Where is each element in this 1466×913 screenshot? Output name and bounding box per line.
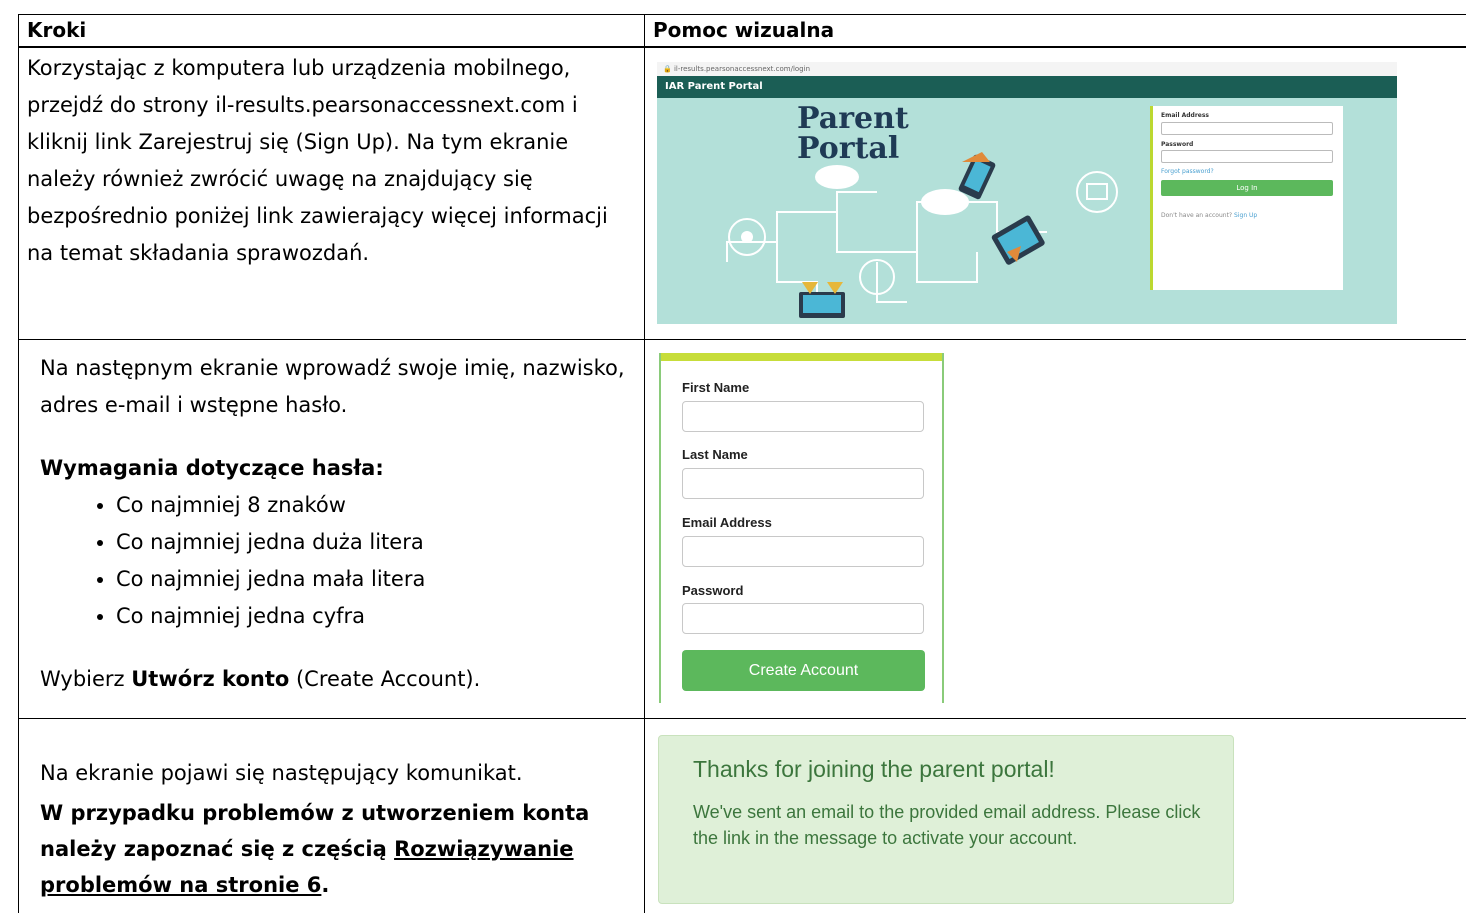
form-top-bar: [661, 353, 942, 361]
create-account-instruction: Wybierz Utwórz konto (Create Account).: [40, 667, 481, 691]
network-illustration: [726, 152, 1118, 318]
lock-icon: 🔒: [663, 65, 674, 73]
success-message-box: Thanks for joining the parent portal! We…: [658, 735, 1234, 904]
email-label: Email Address: [682, 515, 772, 530]
login-button[interactable]: Log In: [1161, 180, 1333, 196]
step-2-text: Na następnym ekranie wprowadź swoje imię…: [40, 350, 630, 698]
sign-up-form-screenshot: First Name Last Name Email Address Passw…: [659, 353, 944, 703]
password-requirements-list: Co najmniej 8 znaków Co najmniej jedna d…: [40, 487, 630, 635]
step-3-text: Na ekranie pojawi się następujący komuni…: [40, 755, 640, 903]
password-requirements-heading: Wymagania dotyczące hasła:: [40, 456, 384, 480]
column-header-steps: Kroki: [27, 18, 87, 42]
password-field[interactable]: [1161, 150, 1333, 163]
password-field[interactable]: [682, 603, 924, 634]
list-item: Co najmniej jedna mała litera: [116, 561, 630, 598]
email-field[interactable]: [1161, 122, 1333, 135]
sign-up-prompt: Don't have an account? Sign Up: [1161, 212, 1258, 219]
success-heading: Thanks for joining the parent portal!: [693, 756, 1055, 782]
password-label: Password: [1161, 141, 1194, 148]
address-bar: 🔒 il-results.pearsonaccessnext.com/login: [657, 62, 1397, 76]
column-header-visual: Pomoc wizualna: [653, 18, 835, 42]
step-3-intro: Na ekranie pojawi się następujący komuni…: [40, 761, 523, 785]
list-item: Co najmniej jedna duża litera: [116, 524, 630, 561]
create-account-button[interactable]: Create Account: [682, 650, 925, 691]
password-label: Password: [682, 583, 744, 598]
last-name-field[interactable]: [682, 468, 924, 499]
troubleshooting-note: W przypadku problemów z utworzeniem kont…: [40, 801, 590, 897]
first-name-field[interactable]: [682, 401, 924, 432]
parent-portal-screenshot: 🔒 il-results.pearsonaccessnext.com/login…: [657, 62, 1397, 324]
login-card: Email Address Password Forgot password? …: [1150, 106, 1343, 290]
sign-up-link[interactable]: Sign Up: [1234, 212, 1257, 219]
step-1-text: Korzystając z komputera lub urządzenia m…: [27, 56, 608, 265]
email-label: Email Address: [1161, 112, 1210, 119]
list-item: Co najmniej jedna cyfra: [116, 598, 630, 635]
step-2-intro: Na następnym ekranie wprowadź swoje imię…: [40, 356, 625, 417]
last-name-label: Last Name: [682, 447, 748, 462]
first-name-label: First Name: [682, 380, 750, 395]
success-body: We've sent an email to the provided emai…: [693, 802, 1201, 848]
email-field[interactable]: [682, 536, 924, 567]
forgot-password-link[interactable]: Forgot password?: [1161, 168, 1214, 175]
portal-navbar-title: IAR Parent Portal: [657, 76, 1397, 98]
list-item: Co najmniej 8 znaków: [116, 487, 630, 524]
